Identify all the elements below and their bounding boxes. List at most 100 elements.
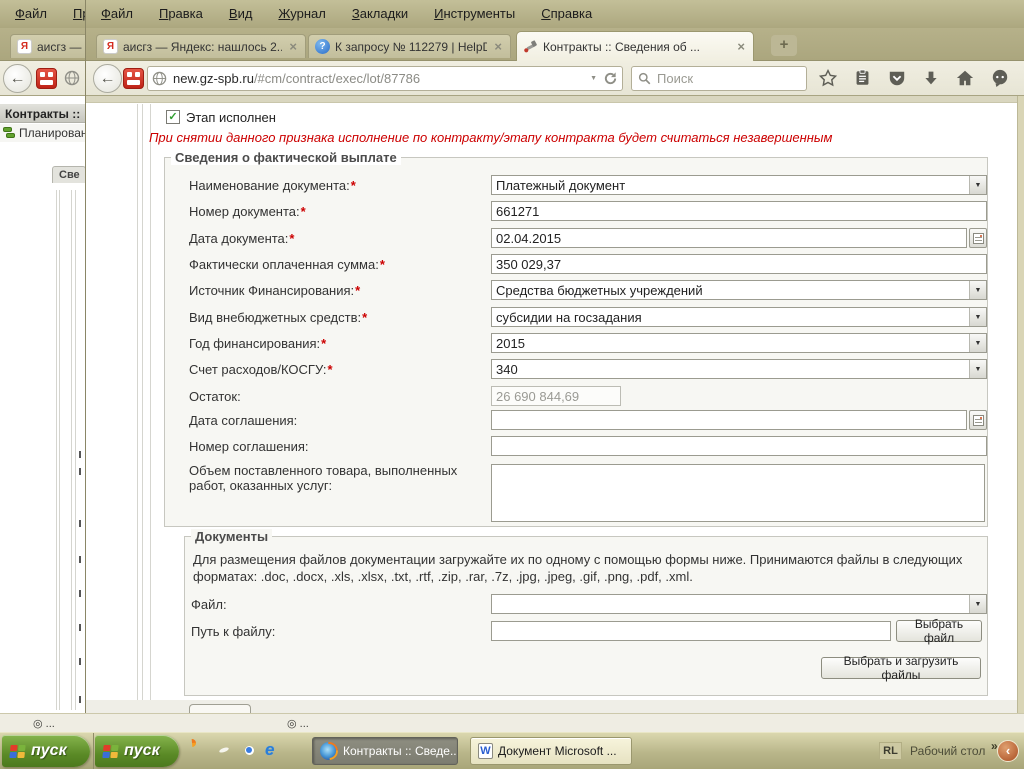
agreement-number-input[interactable] xyxy=(491,436,987,456)
label-text: Наименование документа: xyxy=(189,178,350,193)
back-panel-tab[interactable]: Све xyxy=(52,166,86,183)
field-label: Файл: xyxy=(191,597,489,612)
chevron-down-icon[interactable]: ▼ xyxy=(969,360,986,378)
reload-icon[interactable] xyxy=(603,71,618,86)
delivered-volume-textarea[interactable] xyxy=(491,464,985,522)
sidebar-item-label: Планирован xyxy=(19,126,85,140)
upload-files-button[interactable]: Выбрать и загрузить файлы xyxy=(821,654,981,682)
form-row: Счет расходов/КОСГУ:* 340 ▼ xyxy=(86,359,1024,383)
browser-window: Файл Правка Вид Журнал Закладки Инструме… xyxy=(85,0,1024,731)
menu-edit[interactable]: Правка xyxy=(146,1,216,27)
status-bar: ◎ ... ◎ ... xyxy=(0,713,1024,732)
pocket-icon[interactable] xyxy=(888,69,906,87)
back-window-navbar: ← xyxy=(0,61,86,96)
tab-helpdesk[interactable]: ? К запросу № 112279 | HelpD... × xyxy=(308,34,511,58)
taskbar-button-word[interactable]: W Документ Microsoft ... xyxy=(470,737,632,765)
menu-help[interactable]: Справка xyxy=(528,1,605,27)
yandex-bookmarks-icon[interactable] xyxy=(36,68,57,89)
quicklaunch-firefox-icon[interactable] xyxy=(190,741,210,761)
label-text: Год финансирования: xyxy=(189,336,321,351)
label-text: Путь к файлу: xyxy=(191,624,276,639)
field-label: Счет расходов/КОСГУ:* xyxy=(189,362,487,377)
date-picker-button[interactable] xyxy=(969,410,987,430)
home-icon[interactable] xyxy=(956,69,974,87)
tab-contracts-active[interactable]: Контракты :: Сведения об ... × xyxy=(516,31,754,61)
yandex-favicon: Я xyxy=(17,39,32,54)
menu-file[interactable]: Файл xyxy=(88,1,146,27)
start-button[interactable]: пуск xyxy=(2,735,90,767)
windows-logo-icon xyxy=(102,744,119,758)
chevron-down-icon[interactable]: ▼ xyxy=(969,334,986,352)
quicklaunch-ie-icon[interactable]: e xyxy=(265,741,285,761)
reading-list-icon[interactable] xyxy=(854,69,871,87)
document-number-input[interactable] xyxy=(491,201,987,221)
field-label: Источник Финансирования:* xyxy=(189,283,487,298)
sidebar-item-planning[interactable]: Планирован xyxy=(0,124,85,142)
search-box xyxy=(631,66,807,91)
agreement-date-input[interactable] xyxy=(491,410,967,430)
back-window-tabbar: Я аисгз — xyxy=(0,28,86,61)
download-icon[interactable] xyxy=(923,69,939,87)
panel-border xyxy=(56,190,57,710)
stage-done-label: Этап исполнен xyxy=(186,110,276,125)
tab-yandex-search[interactable]: Я аисгз — Яндекс: нашлось 2... × xyxy=(96,34,306,58)
document-date-input[interactable] xyxy=(491,228,967,248)
form-row: Файл: ▼ xyxy=(86,594,1024,618)
choose-file-button[interactable]: Выбрать файл xyxy=(896,617,982,645)
windows-logo-icon xyxy=(9,744,26,758)
back-window-tab[interactable]: Я аисгз — xyxy=(10,34,86,58)
close-icon[interactable]: × xyxy=(492,39,504,54)
chevron-down-icon[interactable]: ▼ xyxy=(969,595,986,613)
urlbar-dropdown-icon[interactable]: ▼ xyxy=(590,75,597,82)
chevron-down-icon[interactable]: ▼ xyxy=(969,176,986,194)
form-row: Путь к файлу: Выбрать файл xyxy=(86,617,1024,645)
quicklaunch-blue-app-icon[interactable] xyxy=(215,741,235,761)
clipped-text-fragment xyxy=(79,696,81,703)
yandex-bookmarks-icon[interactable] xyxy=(123,68,144,89)
paid-amount-input[interactable] xyxy=(491,254,987,274)
close-icon[interactable]: × xyxy=(735,39,747,54)
file-select[interactable]: ▼ xyxy=(491,594,987,614)
desktop-toolbar-label[interactable]: Рабочий стол xyxy=(910,744,985,758)
menu-bookmarks[interactable]: Закладки xyxy=(339,1,421,27)
back-button[interactable]: ← xyxy=(93,64,122,93)
required-asterisk: * xyxy=(355,283,361,298)
clipped-button[interactable] xyxy=(189,704,251,713)
start-button-remote[interactable]: пуск xyxy=(95,735,179,767)
label-text: Счет расходов/КОСГУ: xyxy=(189,362,327,377)
expense-account-select[interactable]: 340 ▼ xyxy=(491,359,987,379)
url-field[interactable]: new.gz-spb.ru/#cm/contract/exec/lot/8778… xyxy=(147,66,623,91)
menu-edit[interactable]: Правка xyxy=(60,1,86,27)
tray-collapse-icon[interactable]: ‹ xyxy=(997,740,1019,762)
select-value: субсидии на госзадания xyxy=(496,309,642,325)
close-icon[interactable]: × xyxy=(287,39,299,54)
date-picker-button[interactable] xyxy=(969,228,987,248)
extrabudget-type-select[interactable]: субсидии на госзадания ▼ xyxy=(491,307,987,327)
new-tab-button[interactable]: + xyxy=(771,35,797,56)
quicklaunch-chrome-icon[interactable] xyxy=(240,741,260,761)
menu-view[interactable]: Вид xyxy=(216,1,266,27)
stage-done-checkbox[interactable]: ✓ xyxy=(166,110,180,124)
label-text: Дата документа: xyxy=(189,231,289,246)
menu-tools[interactable]: Инструменты xyxy=(421,1,528,27)
label-text: Вид внебюджетных средств: xyxy=(189,310,362,325)
hello-chat-icon[interactable] xyxy=(991,69,1009,87)
calendar-icon xyxy=(972,232,984,244)
funding-year-select[interactable]: 2015 ▼ xyxy=(491,333,987,353)
funding-source-select[interactable]: Средства бюджетных учреждений ▼ xyxy=(491,280,987,300)
menu-history[interactable]: Журнал xyxy=(265,1,338,27)
back-button[interactable]: ← xyxy=(3,64,32,93)
search-input[interactable] xyxy=(657,71,787,86)
file-path-input[interactable] xyxy=(491,621,891,641)
language-indicator[interactable]: RL xyxy=(879,742,902,760)
chevron-down-icon[interactable]: ▼ xyxy=(969,308,986,326)
required-asterisk: * xyxy=(362,310,368,325)
document-name-select[interactable]: Платежный документ ▼ xyxy=(491,175,987,195)
bookmark-star-icon[interactable] xyxy=(819,69,837,87)
menu-file[interactable]: Файл xyxy=(2,1,60,27)
select-value: Платежный документ xyxy=(496,177,626,193)
chevron-down-icon[interactable]: ▼ xyxy=(969,281,986,299)
taskbar-button-contracts[interactable]: Контракты :: Сведе... xyxy=(312,737,458,765)
label-text: Файл: xyxy=(191,597,227,612)
label-text: Номер документа: xyxy=(189,204,300,219)
